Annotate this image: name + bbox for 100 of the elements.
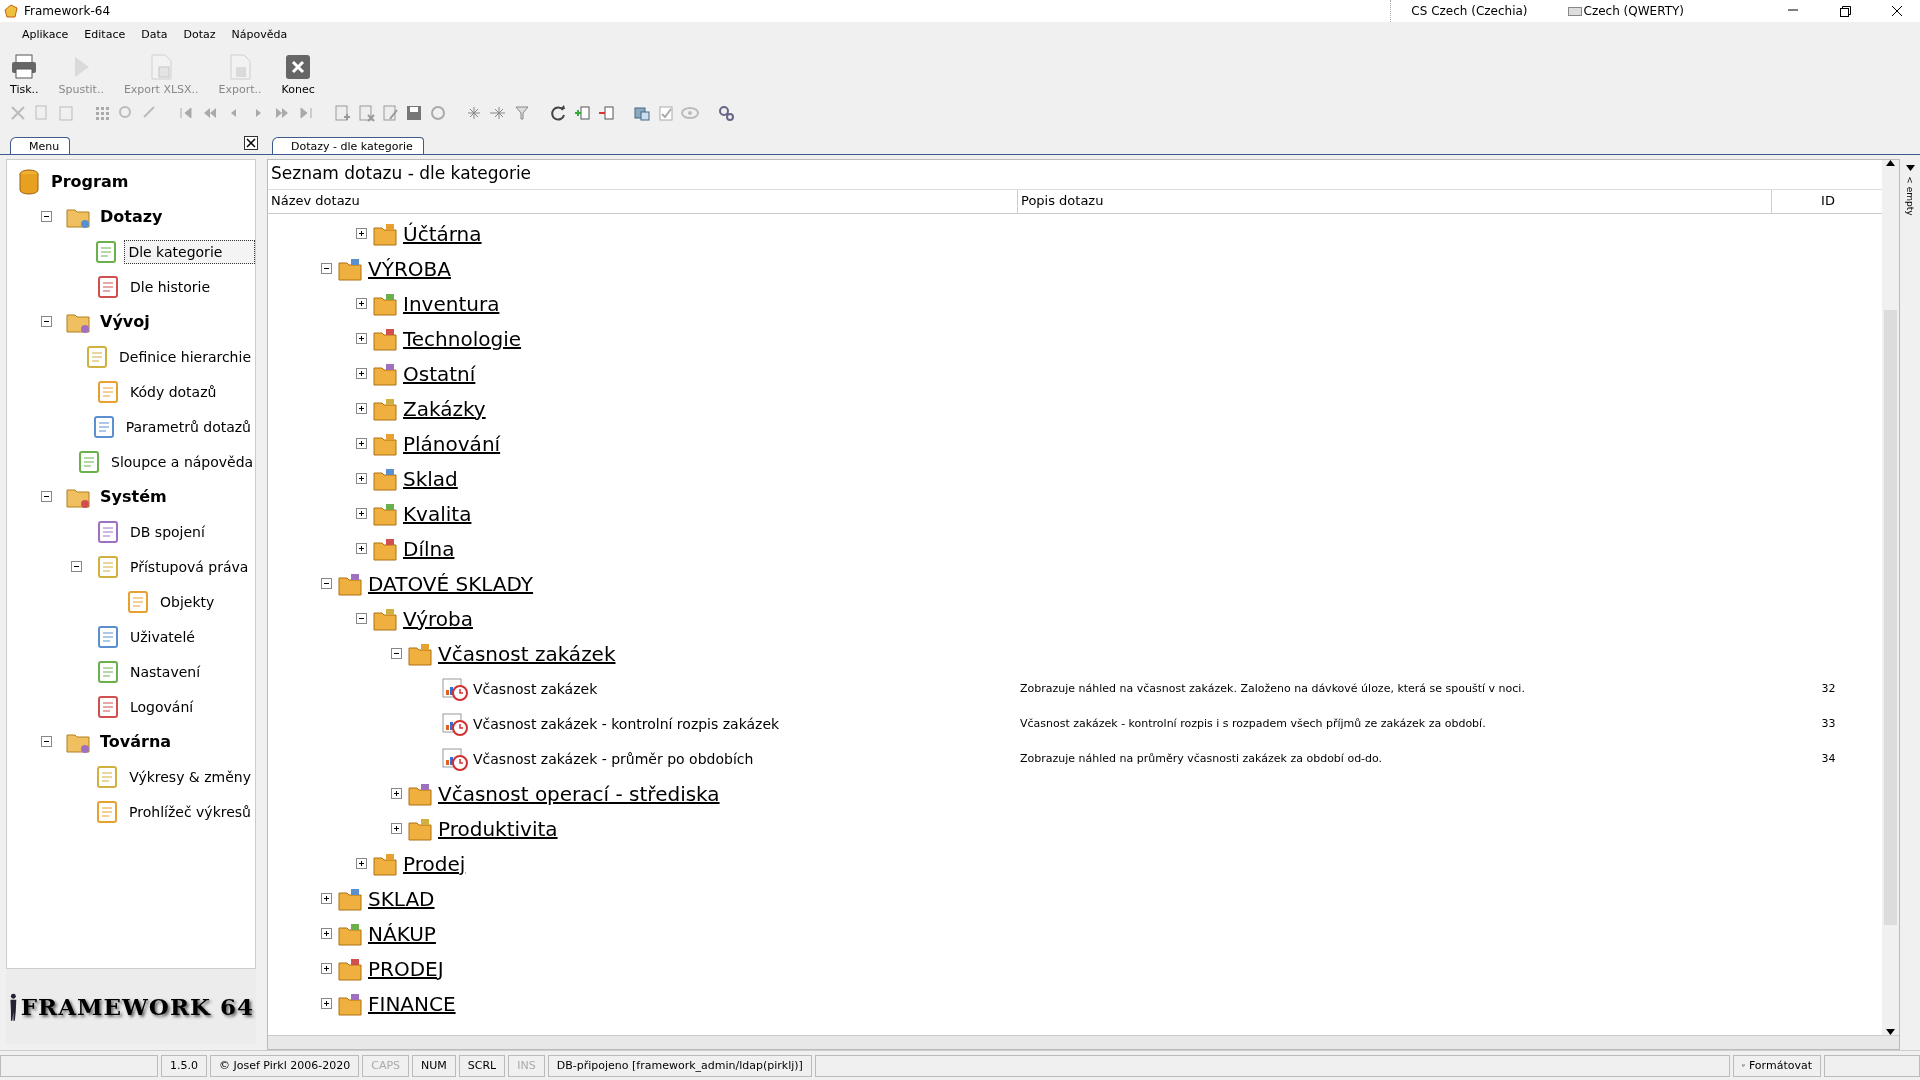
collapse-icon[interactable] (391, 648, 402, 659)
query-name[interactable]: Včasnost zakázek - kontrolní rozpis zakázek (473, 715, 780, 732)
expand-icon[interactable] (356, 858, 367, 869)
menu-item[interactable]: Prohlížeč výkresů (125, 799, 255, 824)
category-link[interactable]: Kvalita (403, 501, 472, 526)
category-link[interactable]: SKLAD (368, 886, 435, 911)
id-cell-text: 34 (1820, 752, 1837, 765)
menu-item[interactable]: Parametrů dotazů (121, 414, 255, 439)
description-cell-text: Včasnost zakázek - kontrolní rozpis i s rozpadem všech příjmů ze zakázek za období. (1019, 717, 1487, 730)
expand-icon[interactable] (356, 473, 367, 484)
menu-item[interactable]: Vývoj (96, 308, 154, 335)
expand-icon[interactable] (321, 963, 332, 974)
menu-item[interactable]: Nastavení (126, 659, 205, 684)
category-link[interactable]: Sklad (403, 466, 458, 491)
collapse-icon[interactable] (41, 491, 52, 502)
category-link[interactable]: Zakázky (403, 396, 486, 421)
expand-icon[interactable] (356, 298, 367, 309)
restore-icon[interactable] (1837, 4, 1853, 18)
description-cell-text: Zobrazuje náhled na průměry včasnosti zakázek za období od-do. (1019, 752, 1384, 765)
keyboard-layout[interactable]: Czech (QWERTY) (1583, 4, 1684, 18)
toolbar-button[interactable]: Konec (275, 53, 321, 96)
status-panel: 1.5.0 (161, 1054, 207, 1077)
document-tab[interactable]: Dotazy - dle kategorie (272, 137, 424, 154)
checklist-icon[interactable] (656, 103, 676, 123)
expand-icon[interactable] (356, 228, 367, 239)
app-icon (4, 4, 18, 18)
category-link[interactable]: Včasnost operací - střediska (438, 781, 720, 806)
expand-icon[interactable] (356, 368, 367, 379)
expand-icon[interactable] (356, 543, 367, 554)
column-header[interactable]: Název dotazu (268, 190, 1018, 213)
menu-item[interactable]: Editace (76, 25, 134, 43)
expand-icon[interactable] (321, 928, 332, 939)
category-link[interactable]: Prodej (403, 851, 466, 876)
side-tab[interactable]: < empty (1905, 176, 1915, 216)
expand-icon[interactable] (356, 403, 367, 414)
status-panel: NUM (412, 1054, 456, 1077)
menu-item[interactable]: Továrna (96, 728, 176, 755)
category-link[interactable]: Dílna (403, 536, 455, 561)
menu-item[interactable]: Dotaz (175, 25, 224, 43)
save-icon[interactable] (404, 103, 424, 123)
category-link[interactable]: Účtárna (403, 221, 482, 246)
menu-item[interactable]: Dle historie (126, 274, 215, 299)
menu-item[interactable]: Objekty (156, 589, 219, 614)
menu-item[interactable]: Sloupce a nápověda (107, 449, 255, 474)
query-name[interactable]: Včasnost zakázek - průměr po obdobích (473, 750, 754, 767)
category-link[interactable]: Produktivita (438, 816, 558, 841)
collapse-icon[interactable] (71, 561, 82, 572)
category-link[interactable]: VÝROBA (368, 256, 451, 281)
category-link[interactable]: PRODEJ (368, 956, 444, 981)
category-link[interactable]: Včasnost zakázek (438, 641, 616, 666)
menu-item[interactable]: Aplikace (14, 25, 77, 43)
collapse-icon[interactable] (321, 578, 332, 589)
expand-icon[interactable] (391, 788, 402, 799)
collapse-icon[interactable] (41, 736, 52, 747)
category-link[interactable]: NÁKUP (368, 921, 436, 946)
menu-item[interactable]: DB spojení (126, 519, 209, 544)
menu-item[interactable]: Nápověda (223, 25, 296, 43)
remove-row-icon[interactable] (596, 103, 616, 123)
menu-item[interactable]: Logování (126, 694, 198, 719)
collapse-icon[interactable] (356, 613, 367, 624)
menu-item[interactable]: Přístupová práva (126, 554, 253, 579)
column-header[interactable]: Popis dotazu (1018, 190, 1772, 213)
format-checkbox[interactable]: Formátovat (1733, 1054, 1821, 1077)
category-link[interactable]: Inventura (403, 291, 500, 316)
menu-item[interactable]: Systém (96, 483, 171, 510)
collapse-icon[interactable] (41, 316, 52, 327)
expand-icon[interactable] (356, 508, 367, 519)
menu-item[interactable]: Kódy dotazů (126, 379, 221, 404)
menu-item[interactable]: Program (47, 168, 133, 195)
collapse-icon[interactable] (41, 211, 52, 222)
status-panel: © Josef Pirkl 2006-2020 (210, 1054, 360, 1077)
panel-tab[interactable]: Menu (10, 137, 71, 154)
close-icon[interactable] (1889, 4, 1905, 18)
menu-item[interactable]: Definice hierarchie (115, 344, 255, 369)
category-link[interactable]: Plánování (403, 431, 501, 456)
language-indicator[interactable]: CS Czech (Czechia) (1411, 4, 1528, 18)
menu-item[interactable]: Data (133, 25, 176, 43)
collapse-icon[interactable] (321, 263, 332, 274)
toolbar-button[interactable]: Tisk.. (4, 53, 45, 96)
vertical-scrollbar[interactable] (1882, 160, 1899, 1035)
expand-icon[interactable] (391, 823, 402, 834)
refresh-icon[interactable] (548, 103, 568, 123)
menu-item[interactable]: Uživatelé (126, 624, 199, 649)
category-link[interactable]: DATOVÉ SKLADY (368, 571, 534, 596)
close-icon[interactable] (244, 136, 258, 150)
category-link[interactable]: FINANCE (368, 991, 456, 1016)
dropdown-icon[interactable] (1905, 165, 1915, 171)
category-link[interactable]: Ostatní (403, 361, 476, 386)
menu-item[interactable]: Výkresy & změny (125, 764, 255, 789)
expand-icon[interactable] (356, 438, 367, 449)
category-link[interactable]: Technologie (403, 326, 522, 351)
close-icon (284, 53, 313, 81)
horizontal-scrollbar[interactable] (268, 1035, 1899, 1049)
menu-item[interactable]: Dle kategorie (124, 239, 255, 264)
expand-icon[interactable] (321, 893, 332, 904)
menu-item[interactable]: Dotazy (96, 203, 167, 230)
expand-icon[interactable] (356, 333, 367, 344)
query-name[interactable]: Včasnost zakázek (473, 680, 598, 697)
expand-icon[interactable] (321, 998, 332, 1009)
category-link[interactable]: Výroba (403, 606, 473, 631)
